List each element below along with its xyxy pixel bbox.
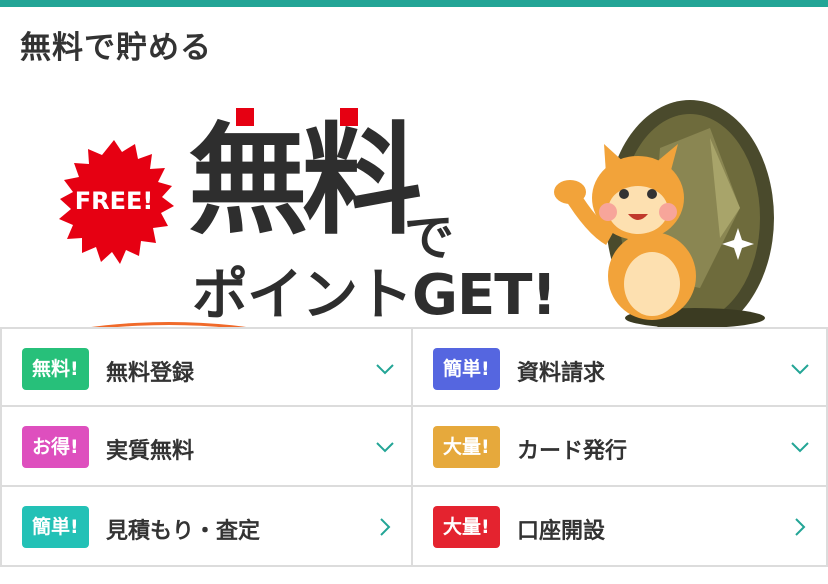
chevron-right-icon [380, 518, 391, 536]
page-title: 無料で貯める [20, 30, 212, 66]
menu-item-document-request[interactable]: 簡単! 資料請求 [413, 327, 828, 407]
menu-label: カード発行 [517, 439, 628, 464]
menu-item-free-registration[interactable]: 無料! 無料登録 [0, 327, 413, 407]
chevron-down-icon [791, 442, 809, 453]
menu-label: 実質無料 [106, 439, 195, 464]
banner-headline-point: ポイントGET! [192, 263, 557, 328]
badge-free: 無料! [22, 348, 89, 390]
chevron-down-icon [791, 364, 809, 375]
chevron-down-icon [376, 442, 394, 453]
menu-grid: 無料! 無料登録 簡単! 資料請求 お得! 実質無料 大量! カード発行 簡単!… [0, 327, 828, 567]
badge-easy: 簡単! [22, 506, 89, 548]
menu-label: 資料請求 [517, 361, 606, 386]
menu-item-account-opening[interactable]: 大量! 口座開設 [413, 487, 828, 567]
badge-deal: お得! [22, 426, 89, 468]
chevron-right-icon [795, 518, 806, 536]
badge-easy: 簡単! [433, 348, 500, 390]
menu-label: 無料登録 [106, 361, 195, 386]
badge-lots: 大量! [433, 426, 500, 468]
menu-item-estimate-assessment[interactable]: 簡単! 見積もり・査定 [0, 487, 413, 567]
squirrel-coin-mascot-icon [554, 100, 774, 328]
menu-item-card-issuance[interactable]: 大量! カード発行 [413, 407, 828, 487]
menu-label: 口座開設 [517, 519, 606, 544]
badge-lots: 大量! [433, 506, 500, 548]
chevron-down-icon [376, 364, 394, 375]
top-accent-bar [0, 0, 828, 7]
menu-label: 見積もり・査定 [106, 519, 261, 544]
banner-headline-free: 無料 [188, 112, 422, 251]
free-badge-text: FREE! [74, 187, 154, 215]
menu-item-effectively-free[interactable]: お得! 実質無料 [0, 407, 413, 487]
